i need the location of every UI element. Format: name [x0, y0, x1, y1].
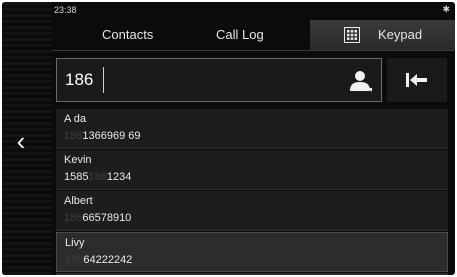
- number-match: 186: [64, 212, 83, 224]
- list-item[interactable]: Kevin 15851861234: [56, 150, 448, 190]
- contact-number: 18664222242: [65, 253, 132, 267]
- contact-name: Albert: [64, 195, 93, 207]
- number-prefix: 1585: [64, 171, 89, 183]
- backspace-icon: [406, 73, 427, 87]
- contact-number: 15851861234: [64, 170, 131, 184]
- tab-contacts-label: Contacts: [102, 27, 154, 42]
- number-rest: 1234: [106, 171, 132, 183]
- contact-name: Kevin: [64, 154, 92, 166]
- list-item[interactable]: A da 1861366969 69: [56, 109, 448, 149]
- number-input-value: 186: [65, 70, 94, 89]
- tab-call-log[interactable]: Call Log: [216, 20, 264, 50]
- number-rest: 64222242: [83, 254, 133, 266]
- chevron-left-icon: ‹: [16, 126, 26, 156]
- number-rest: 1366969 69: [82, 130, 141, 142]
- number-match: 186: [64, 130, 83, 142]
- status-bar: 23:38 ✱: [54, 4, 450, 17]
- contact-number: 1861366969 69: [64, 129, 140, 143]
- contact-name: A da: [64, 113, 87, 125]
- list-item[interactable]: Livy 18664222242: [56, 232, 448, 272]
- tab-contacts[interactable]: Contacts: [102, 20, 153, 50]
- keypad-icon: [344, 27, 360, 43]
- tab-keypad[interactable]: Keypad: [310, 20, 455, 50]
- contact-name: Livy: [65, 237, 85, 249]
- contact-number: 18666578910: [64, 211, 131, 225]
- backspace-button[interactable]: [387, 58, 447, 102]
- text-caret: [103, 67, 104, 93]
- number-match: 186: [65, 254, 84, 266]
- device-screen: ‹ 23:38 ✱ Contacts Call Log Keypad 186 A…: [2, 2, 455, 275]
- number-rest: 66578910: [82, 212, 132, 224]
- back-button[interactable]: ‹: [8, 126, 34, 156]
- tab-keypad-label: Keypad: [378, 27, 423, 42]
- list-item[interactable]: Albert 18666578910: [56, 191, 448, 231]
- tab-call-log-label: Call Log: [216, 27, 264, 42]
- tab-bar: Contacts Call Log Keypad: [52, 20, 455, 50]
- status-time: 23:38: [54, 5, 77, 15]
- contact-icon[interactable]: [349, 69, 373, 93]
- divider: [52, 50, 455, 51]
- number-match: 186: [88, 171, 107, 183]
- list-next-item-edge: [56, 273, 448, 275]
- bluetooth-icon: ✱: [442, 4, 450, 14]
- contact-list: A da 1861366969 69 Kevin 15851861234 Alb…: [56, 109, 448, 275]
- number-input[interactable]: 186: [56, 58, 382, 102]
